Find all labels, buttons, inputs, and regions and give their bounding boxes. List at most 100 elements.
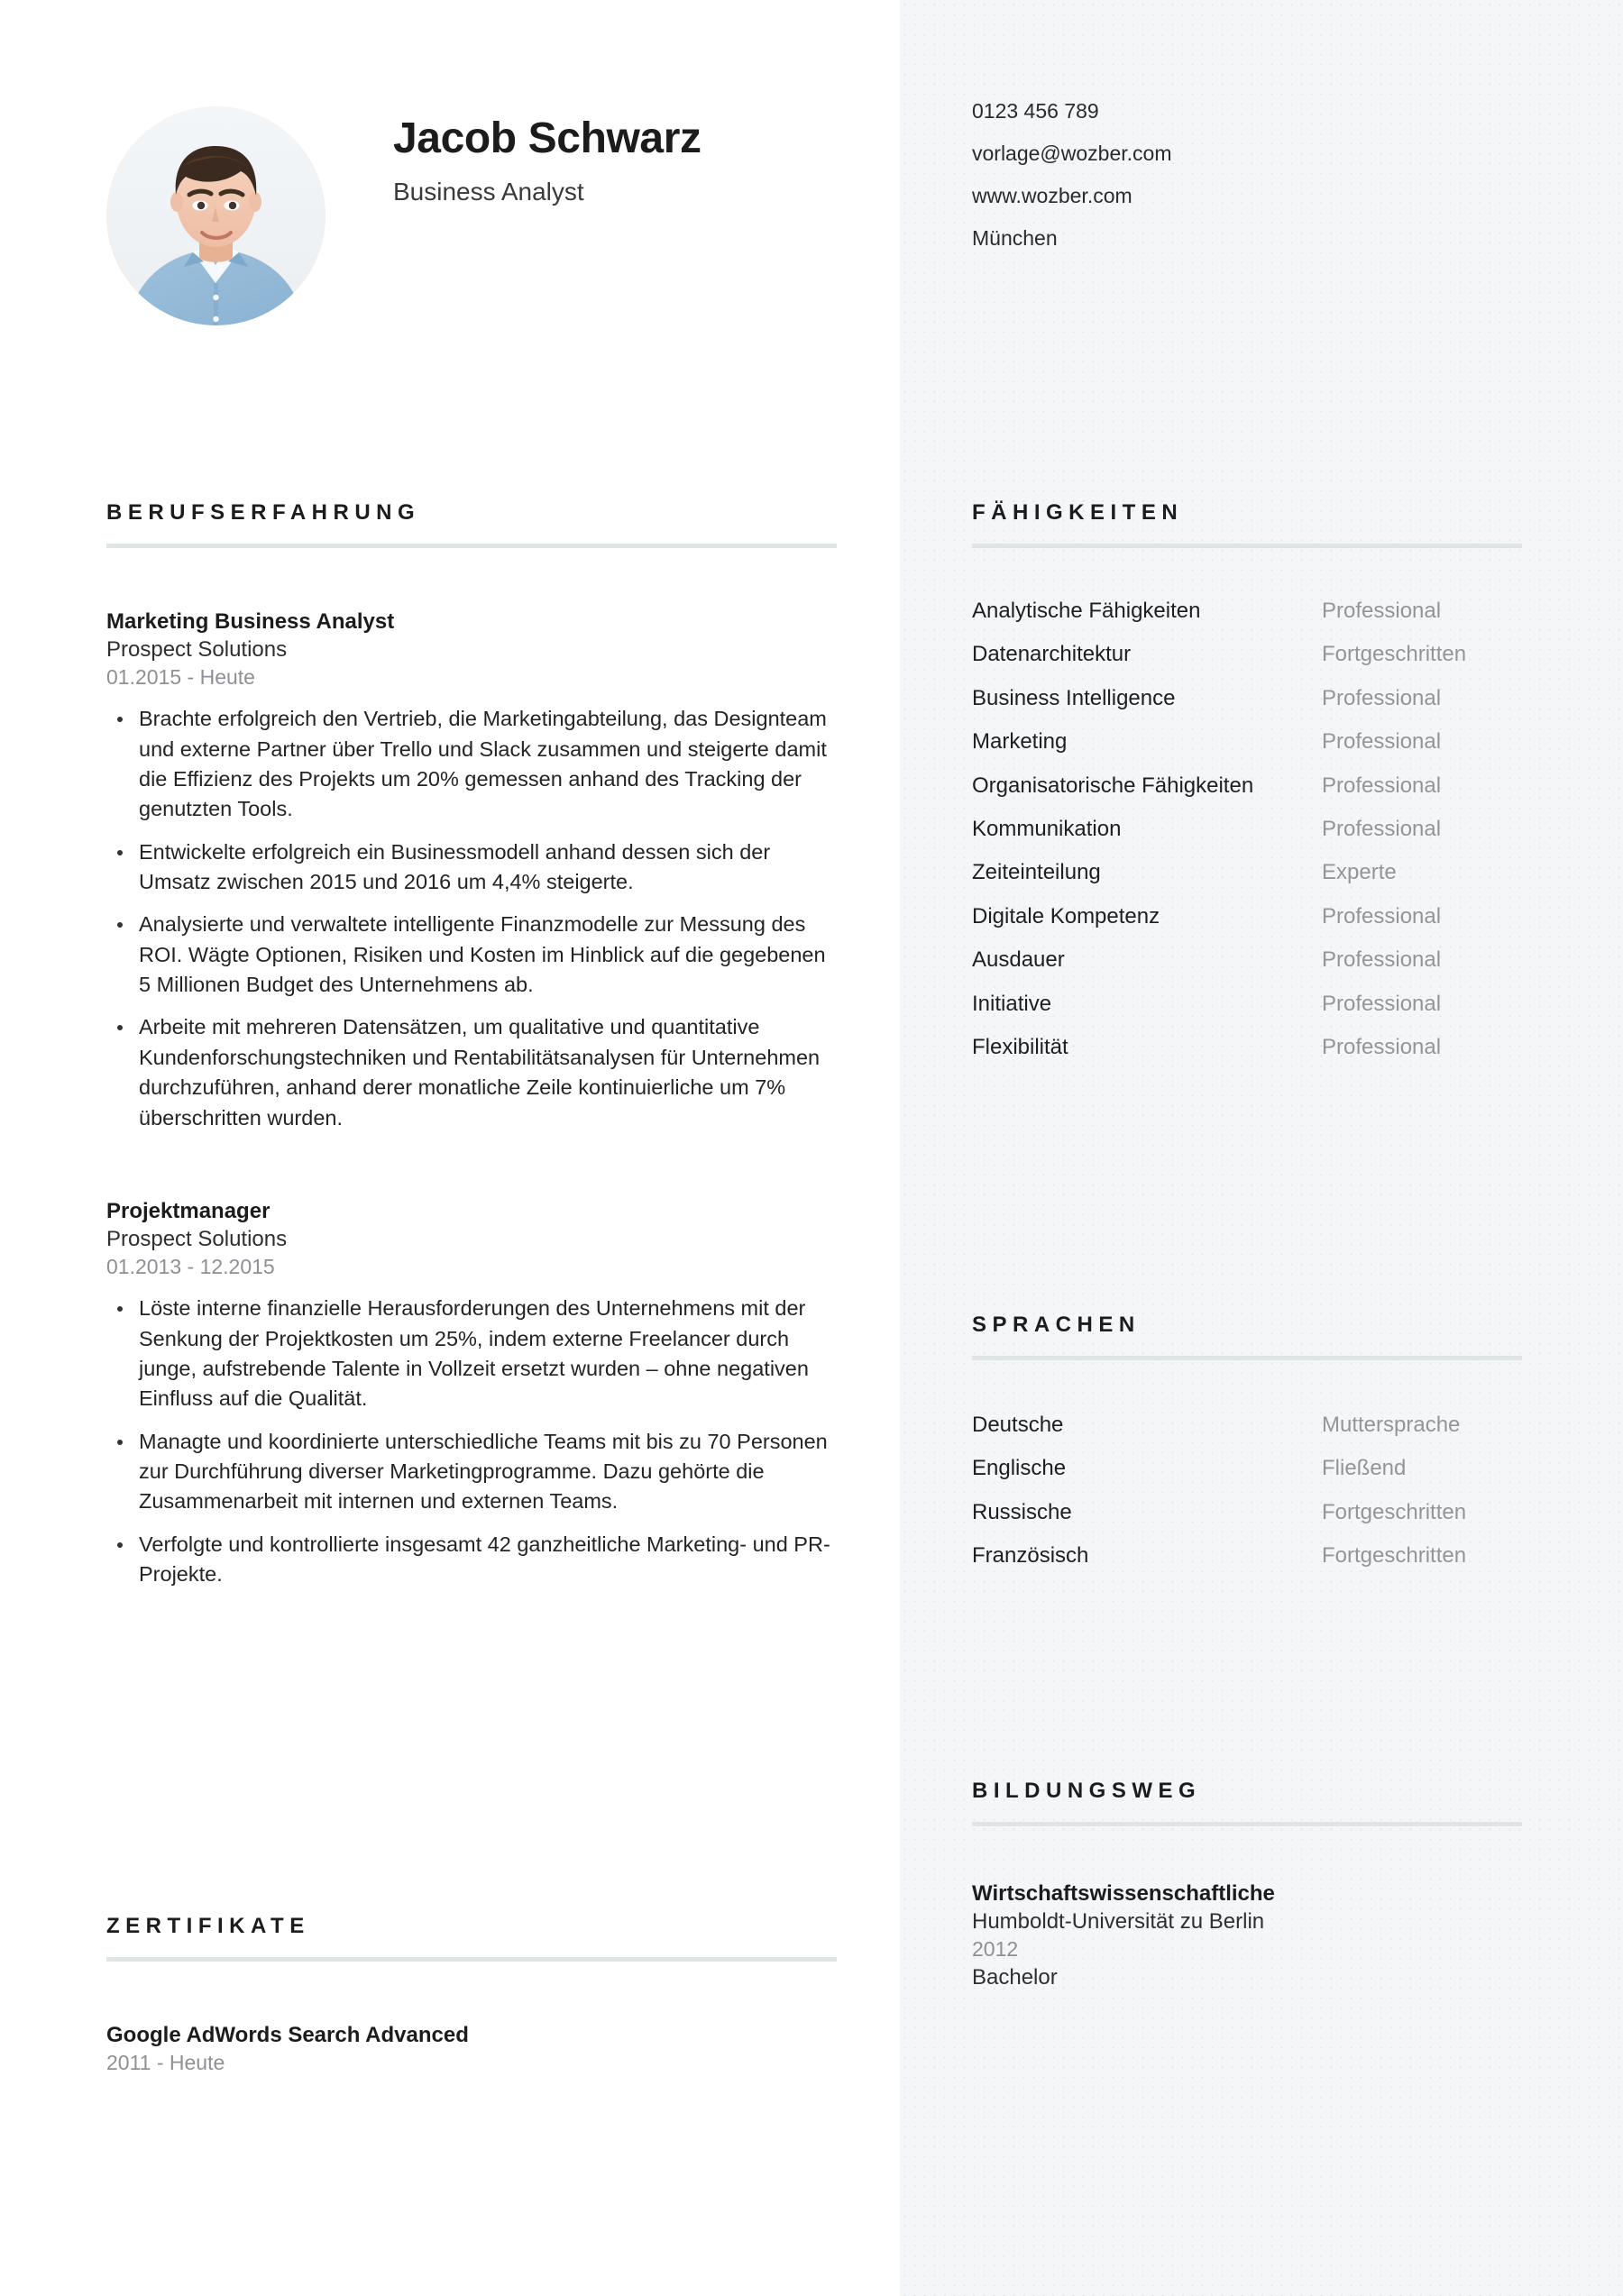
resume-header: Jacob Schwarz Business Analyst	[106, 106, 873, 332]
language-row: Französisch Fortgeschritten	[972, 1543, 1522, 1569]
section-divider	[106, 544, 837, 548]
language-level: Fließend	[1322, 1456, 1407, 1481]
skill-name: Organisatorische Fähigkeiten	[972, 773, 1254, 798]
language-name: Französisch	[972, 1543, 1089, 1569]
skills-list: Analytische Fähigkeiten Professional Dat…	[972, 599, 1522, 1079]
bullet-item: Analysierte und verwaltete intelligente …	[106, 910, 837, 1000]
section-divider	[972, 544, 1522, 548]
contact-email[interactable]: vorlage@wozber.com	[972, 143, 1513, 164]
skill-row: Organisatorische Fähigkeiten Professiona…	[972, 773, 1522, 798]
section-title-certificates: ZERTIFIKATE	[106, 1914, 310, 1938]
name-block: Jacob Schwarz Business Analyst	[393, 106, 701, 206]
education-year: 2012	[972, 1937, 1019, 1962]
contact-block: 0123 456 789 vorlage@wozber.com www.wozb…	[972, 101, 1513, 270]
education-level: Bachelor	[972, 1965, 1058, 1990]
skill-level: Experte	[1322, 860, 1397, 885]
skill-row: Analytische Fähigkeiten Professional	[972, 599, 1522, 623]
skill-level: Professional	[1322, 947, 1442, 973]
language-name: Deutsche	[972, 1413, 1064, 1437]
experience-company: Prospect Solutions	[106, 637, 288, 662]
section-title-languages: SPRACHEN	[972, 1313, 1141, 1337]
section-skills-header: FÄHIGKEITEN	[972, 502, 1522, 548]
experience-date: 01.2015 - Heute	[106, 665, 255, 690]
section-title-education: BILDUNGSWEG	[972, 1779, 1202, 1803]
contact-website[interactable]: www.wozber.com	[972, 186, 1513, 206]
section-title-skills: FÄHIGKEITEN	[972, 500, 1184, 525]
skill-level: Professional	[1322, 685, 1442, 710]
language-row: Russische Fortgeschritten	[972, 1499, 1522, 1524]
section-title-experience: BERUFSERFAHRUNG	[106, 500, 421, 525]
experience-list: Marketing Business Analyst Prospect Solu…	[106, 608, 837, 1602]
skill-name: Flexibilität	[972, 1034, 1068, 1059]
job-title: Business Analyst	[393, 177, 584, 206]
contact-phone: 0123 456 789	[972, 99, 1099, 123]
experience-bullets: Brachte erfolgreich den Vertrieb, die Ma…	[106, 704, 837, 1133]
education-degree: Wirtschaftswissenschaftliche	[972, 1881, 1275, 1906]
language-level: Fortgeschritten	[1322, 1543, 1467, 1569]
section-divider	[972, 1356, 1522, 1360]
experience-entry: Marketing Business Analyst Prospect Solu…	[106, 608, 837, 1133]
skill-row: Business Intelligence Professional	[972, 685, 1522, 710]
experience-entry: Projektmanager Prospect Solutions 01.201…	[106, 1198, 837, 1589]
bullet-item: Managte und koordinierte unterschiedlich…	[106, 1427, 837, 1517]
skill-name: Business Intelligence	[972, 685, 1176, 710]
skill-name: Kommunikation	[972, 816, 1122, 841]
experience-date: 01.2013 - 12.2015	[106, 1255, 275, 1279]
education-entry: Wirtschaftswissenschaftliche Humboldt-Un…	[972, 1880, 1522, 1993]
skill-name: Datenarchitektur	[972, 642, 1132, 667]
skill-level: Professional	[1322, 773, 1442, 798]
experience-title: Projektmanager	[106, 1198, 270, 1223]
skill-row: Datenarchitektur Fortgeschritten	[972, 642, 1522, 667]
skill-name: Digitale Kompetenz	[972, 903, 1160, 928]
education-list: Wirtschaftswissenschaftliche Humboldt-Un…	[972, 1880, 1522, 1993]
language-level: Fortgeschritten	[1322, 1499, 1467, 1524]
language-name: Englische	[972, 1456, 1067, 1481]
skill-level: Professional	[1322, 903, 1442, 928]
language-row: Englische Fließend	[972, 1456, 1522, 1481]
bullet-item: Brachte erfolgreich den Vertrieb, die Ma…	[106, 704, 837, 824]
bullet-item: Löste interne finanzielle Herausforderun…	[106, 1294, 837, 1413]
skill-name: Marketing	[972, 729, 1068, 755]
certificate-date: 2011 - Heute	[106, 2051, 225, 2074]
skill-row: Digitale Kompetenz Professional	[972, 903, 1522, 928]
skill-row: Kommunikation Professional	[972, 816, 1522, 841]
skill-row: Initiative Professional	[972, 992, 1522, 1016]
skill-level: Professional	[1322, 991, 1442, 1016]
experience-bullets: Löste interne finanzielle Herausforderun…	[106, 1294, 837, 1589]
bullet-item: Entwickelte erfolgreich ein Businessmode…	[106, 837, 837, 898]
certificate-entry: Google AdWords Search Advanced 2011 - He…	[106, 2022, 837, 2077]
section-divider	[106, 1957, 837, 1962]
skill-name: Analytische Fähigkeiten	[972, 599, 1201, 623]
section-education-header: BILDUNGSWEG	[972, 1780, 1522, 1826]
section-certificates-header: ZERTIFIKATE	[106, 1916, 837, 1962]
skill-level: Professional	[1322, 1034, 1442, 1059]
bullet-item: Arbeite mit mehreren Datensätzen, um qua…	[106, 1012, 837, 1132]
skill-row: Flexibilität Professional	[972, 1034, 1522, 1059]
skill-level: Fortgeschritten	[1322, 642, 1467, 667]
bullet-item: Verfolgte und kontrollierte insgesamt 42…	[106, 1530, 837, 1590]
skill-level: Professional	[1322, 816, 1442, 841]
skill-level: Professional	[1322, 729, 1442, 755]
certificates-list: Google AdWords Search Advanced 2011 - He…	[106, 2022, 837, 2077]
contact-city: München	[972, 226, 1058, 250]
skill-row: Zeiteinteilung Experte	[972, 860, 1522, 885]
education-school: Humboldt-Universität zu Berlin	[972, 1909, 1265, 1935]
certificate-title: Google AdWords Search Advanced	[106, 2023, 469, 2047]
languages-list: Deutsche Muttersprache Englische Fließen…	[972, 1413, 1522, 1588]
language-name: Russische	[972, 1499, 1072, 1524]
section-divider	[972, 1822, 1522, 1826]
section-experience-header: BERUFSERFAHRUNG	[106, 502, 837, 548]
skill-row: Ausdauer Professional	[972, 947, 1522, 973]
language-row: Deutsche Muttersprache	[972, 1413, 1522, 1437]
skill-row: Marketing Professional	[972, 729, 1522, 755]
section-languages-header: SPRACHEN	[972, 1314, 1522, 1360]
experience-company: Prospect Solutions	[106, 1226, 288, 1251]
language-level: Muttersprache	[1322, 1413, 1461, 1437]
skill-name: Zeiteinteilung	[972, 860, 1101, 885]
avatar	[106, 106, 326, 325]
page-title: Jacob Schwarz	[393, 114, 701, 162]
portrait-photo-icon	[106, 106, 326, 325]
skill-level: Professional	[1322, 599, 1442, 623]
skill-name: Ausdauer	[972, 947, 1065, 973]
